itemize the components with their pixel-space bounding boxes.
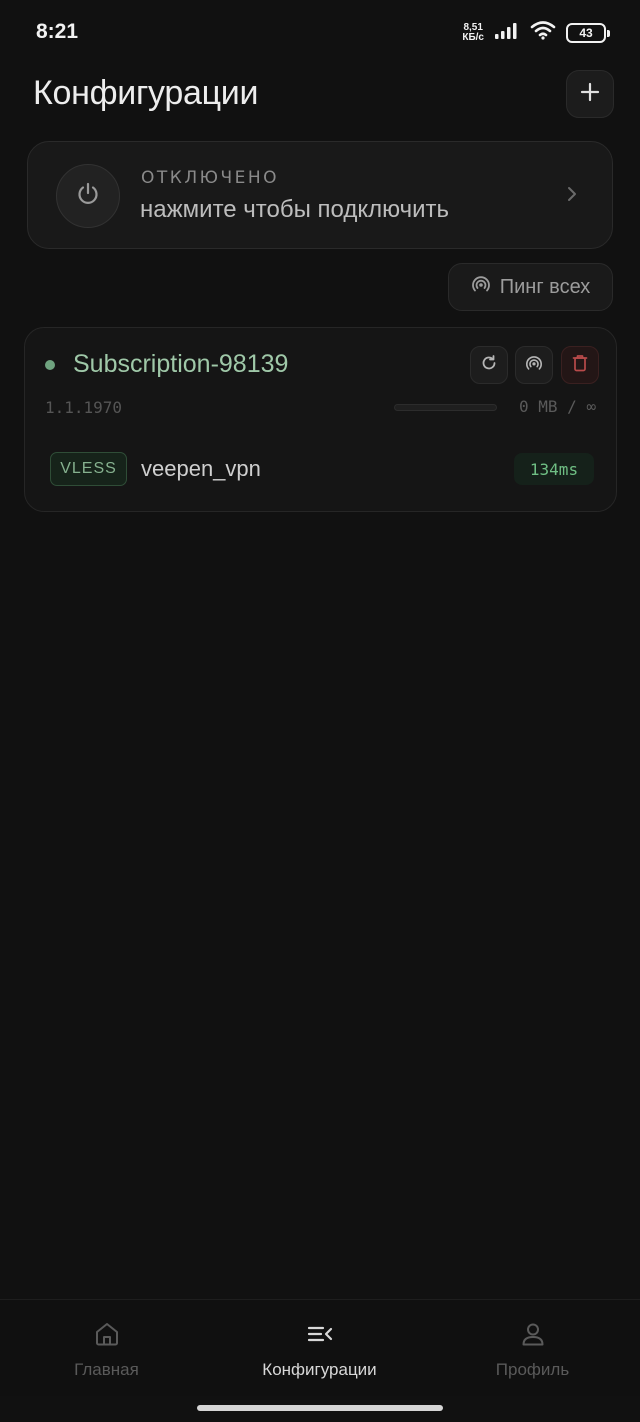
trash-icon	[572, 354, 588, 377]
signal-icon	[494, 21, 520, 44]
plus-icon	[580, 82, 600, 107]
power-button[interactable]	[56, 164, 120, 228]
ping-subscription-button[interactable]	[515, 346, 553, 384]
nav-item-profile[interactable]: Профиль	[426, 1300, 639, 1397]
chevron-right-icon	[566, 184, 578, 209]
nav-item-configurations[interactable]: Конфигурации	[213, 1300, 426, 1397]
bottom-navigation: Главная Конфигурации Профиль	[0, 1299, 640, 1396]
wifi-icon	[530, 20, 556, 45]
traffic-usage: 0 MB / ∞	[518, 397, 596, 416]
configurations-screen: 8:21 8,51 КБ/с 43 Конфигурации ОТКЛЮЧЕНО…	[0, 0, 640, 1422]
network-speed-value: 8,51	[463, 21, 483, 33]
refresh-icon	[480, 354, 498, 377]
ping-all-label: Пинг всех	[499, 275, 591, 298]
network-speed: 8,51 КБ/с	[462, 21, 484, 43]
home-icon	[93, 1300, 121, 1353]
page-title: Конфигурации	[33, 74, 259, 112]
connect-hint: нажмите чтобы подключить	[140, 196, 450, 223]
nav-label-configurations: Конфигурации	[262, 1360, 377, 1379]
traffic-progress-bar	[394, 404, 497, 411]
ping-all-button[interactable]: Пинг всех	[448, 263, 613, 311]
nav-label-home: Главная	[74, 1360, 139, 1379]
delete-subscription-button[interactable]	[561, 346, 599, 384]
battery-icon: 43	[566, 22, 610, 43]
status-icons: 8,51 КБ/с 43	[462, 20, 610, 45]
gesture-handle[interactable]	[197, 1405, 443, 1411]
connect-card[interactable]: ОТКЛЮЧЕНО нажмите чтобы подключить	[27, 141, 613, 249]
list-icon	[306, 1300, 334, 1353]
subscription-card: Subscription-98139 1.1.1970 0 MB / ∞ VLE…	[24, 327, 617, 512]
latency-badge: 134ms	[514, 453, 594, 485]
server-name[interactable]: veepen_vpn	[141, 456, 261, 482]
user-icon	[519, 1300, 547, 1353]
nav-item-home[interactable]: Главная	[0, 1300, 213, 1397]
protocol-badge: VLESS	[50, 452, 127, 486]
refresh-subscription-button[interactable]	[470, 346, 508, 384]
broadcast-icon	[525, 354, 543, 377]
subscription-name: Subscription-98139	[73, 350, 289, 378]
nav-label-profile: Профиль	[495, 1360, 570, 1379]
power-icon	[75, 181, 101, 212]
network-speed-unit: КБ/с	[462, 31, 484, 43]
status-time: 8:21	[36, 20, 79, 43]
broadcast-icon	[471, 274, 491, 300]
connection-status: ОТКЛЮЧЕНО	[141, 168, 280, 188]
status-bar: 8:21 8,51 КБ/с 43	[0, 0, 640, 64]
add-config-button[interactable]	[566, 70, 614, 118]
subscription-status-dot	[45, 360, 55, 370]
subscription-date: 1.1.1970	[45, 398, 123, 417]
